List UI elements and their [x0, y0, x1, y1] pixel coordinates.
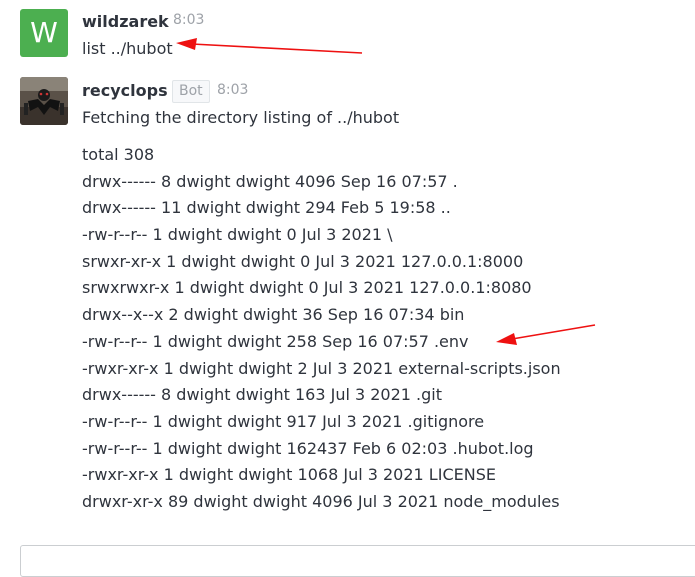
user-avatar[interactable]: W [20, 9, 68, 57]
message-body: Fetching the directory listing of ../hub… [82, 108, 400, 127]
listing-line: drwx--x--x 2 dwight dwight 36 Sep 16 07:… [82, 305, 465, 325]
message-composer-input[interactable] [20, 545, 695, 577]
listing-line: -rw-r--r-- 1 dwight dwight 258 Sep 16 07… [82, 331, 469, 351]
message-body: list ../hubot [82, 39, 173, 58]
listing-line: total 308 [82, 145, 155, 164]
listing-line: srwxrwxr-x 1 dwight dwight 0 Jul 3 2021 … [82, 278, 532, 298]
listing-line: -rwxr-xr-x 1 dwight dwight 2 Jul 3 2021 … [82, 358, 561, 378]
bot-avatar[interactable] [20, 77, 68, 125]
listing-line: srwxr-xr-x 1 dwight dwight 0 Jul 3 2021 … [82, 251, 524, 271]
listing-line: -rwxr-xr-x 1 dwight dwight 1068 Jul 3 20… [82, 465, 496, 485]
annotation-arrow-line [191, 43, 363, 54]
listing-line: -rw-r--r-- 1 dwight dwight 917 Jul 3 202… [82, 411, 485, 431]
listing-line: -rw-r--r-- 1 dwight dwight 0 Jul 3 2021 … [82, 225, 393, 245]
directory-listing: total 308 drwx------ 8 dwight dwight 409… [82, 144, 561, 518]
listing-line: drwx------ 8 dwight dwight 163 Jul 3 202… [82, 385, 443, 405]
message-username[interactable]: wildzarek [82, 12, 169, 31]
message-username[interactable]: recyclops [82, 81, 168, 100]
message-timestamp: 8:03 [217, 82, 249, 98]
listing-line: drwx------ 11 dwight dwight 294 Feb 5 19… [82, 198, 451, 218]
listing-line: drwx------ 8 dwight dwight 4096 Sep 16 0… [82, 171, 458, 191]
bot-badge: Bot [172, 80, 210, 103]
listing-line: drwxr-xr-x 89 dwight dwight 4096 Jul 3 2… [82, 491, 560, 511]
user-photo-avatar-icon [20, 77, 68, 125]
annotation-arrowhead [176, 38, 197, 50]
message-timestamp: 8:03 [173, 12, 205, 28]
listing-line: -rw-r--r-- 1 dwight dwight 162437 Feb 6 … [82, 438, 534, 458]
